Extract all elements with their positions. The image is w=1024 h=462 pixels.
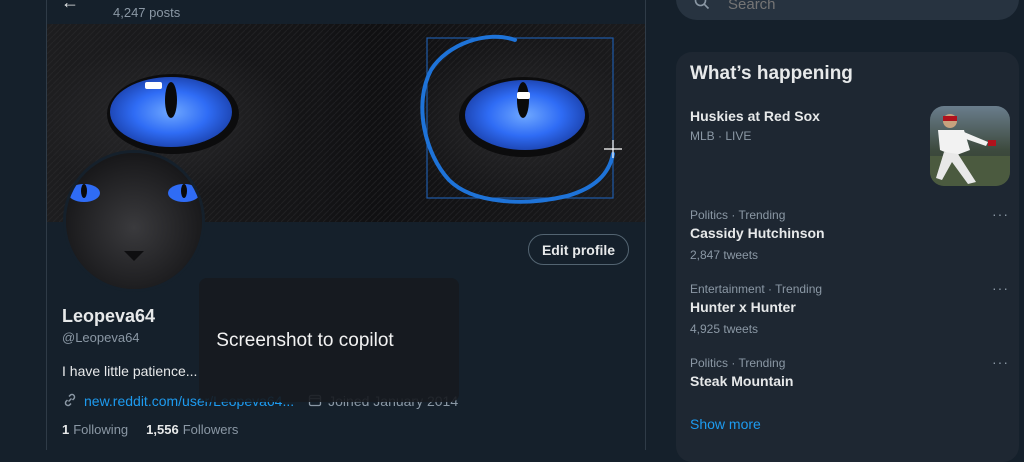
search-input[interactable] bbox=[726, 0, 990, 16]
hero-trend-thumbnail[interactable] bbox=[930, 106, 1010, 186]
followers-link[interactable]: 1,556 Followers bbox=[146, 422, 238, 437]
screenshot-toast: Screenshot to copilot bbox=[199, 278, 459, 402]
more-horizontal-icon[interactable]: ··· bbox=[992, 206, 1009, 222]
trend-category: Politics · Trending bbox=[690, 356, 786, 370]
avatar-image bbox=[66, 153, 202, 289]
post-count: 4,247 posts bbox=[113, 5, 181, 20]
link-icon bbox=[62, 392, 78, 411]
following-count: 1 bbox=[62, 422, 70, 437]
search-bar[interactable] bbox=[676, 0, 1019, 20]
trends-title: What’s happening bbox=[690, 63, 853, 84]
trend-name: Steak Mountain bbox=[690, 373, 794, 389]
bio: I have little patience... bbox=[62, 363, 198, 379]
profile-header-bar: ← 4,247 posts bbox=[47, 0, 645, 24]
following-label: Following bbox=[73, 422, 129, 437]
cat-eye-left bbox=[107, 74, 239, 154]
username-handle: @Leopeva64 bbox=[62, 330, 140, 345]
trend-count: 4,925 tweets bbox=[690, 322, 759, 336]
trend-category: Entertainment · Trending bbox=[690, 282, 823, 296]
baseball-player-image bbox=[930, 114, 1010, 186]
edit-profile-button[interactable]: Edit profile bbox=[528, 234, 629, 265]
search-icon bbox=[694, 0, 710, 15]
trend-item[interactable]: Politics · Trending Steak Mountain ··· bbox=[676, 354, 1019, 422]
hero-trend-title[interactable]: Huskies at Red Sox bbox=[690, 108, 820, 124]
hero-trend-meta: MLB · LIVE bbox=[690, 129, 752, 143]
following-link[interactable]: 1 Following bbox=[62, 422, 128, 437]
followers-count: 1,556 bbox=[146, 422, 179, 437]
avatar[interactable] bbox=[63, 150, 205, 292]
more-horizontal-icon[interactable]: ··· bbox=[992, 354, 1009, 370]
more-horizontal-icon[interactable]: ··· bbox=[992, 280, 1009, 296]
show-more-link[interactable]: Show more bbox=[690, 416, 761, 432]
trend-count: 2,847 tweets bbox=[690, 248, 759, 262]
followers-label: Followers bbox=[182, 422, 239, 437]
trend-item[interactable]: Entertainment · Trending Hunter x Hunter… bbox=[676, 280, 1019, 348]
profile-column: ← 4,247 posts Edit profile Leopeva64 @Le… bbox=[46, 0, 646, 450]
trend-name: Cassidy Hutchinson bbox=[690, 225, 825, 241]
trend-category: Politics · Trending bbox=[690, 208, 786, 222]
left-gutter bbox=[0, 0, 46, 450]
trend-name: Hunter x Hunter bbox=[690, 299, 796, 315]
trends-panel: What’s happening Huskies at Red Sox MLB … bbox=[676, 52, 1019, 462]
toast-label: Screenshot to copilot bbox=[216, 330, 394, 351]
cat-eye-right bbox=[459, 77, 589, 157]
arrow-left-icon[interactable]: ← bbox=[61, 0, 79, 13]
follow-stats: 1 Following 1,556 Followers bbox=[62, 422, 256, 437]
display-name: Leopeva64 bbox=[62, 306, 156, 326]
trend-item[interactable]: Politics · Trending Cassidy Hutchinson 2… bbox=[676, 206, 1019, 274]
